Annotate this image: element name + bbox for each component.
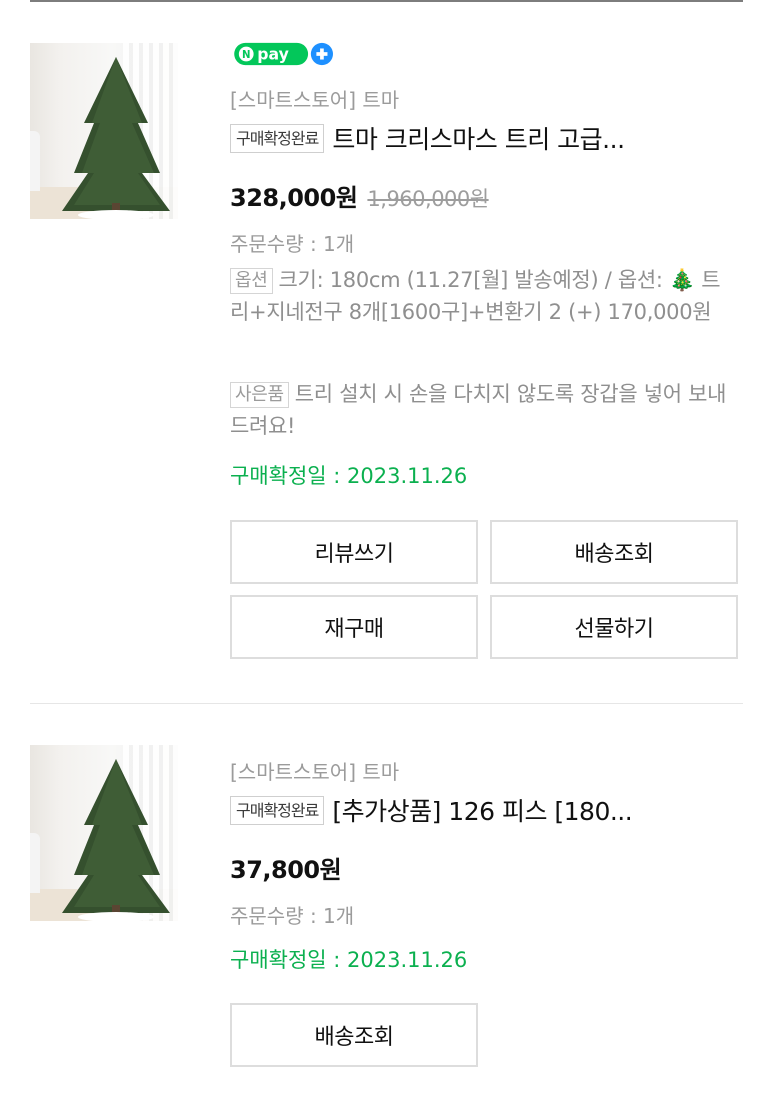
sale-price: 37,800원 (230, 856, 342, 884)
store-name[interactable]: [스마트스토어] 트마 (230, 756, 399, 785)
write-review-button[interactable]: 리뷰쓰기 (230, 520, 478, 584)
order-item: N pay [스마트스토어] 트마 구매확정완료 트마 크리스마스 트리 고급..… (30, 0, 743, 700)
confirm-date: 구매확정일 : 2023.11.26 (230, 948, 468, 972)
npay-plus-logo: N pay (234, 42, 333, 66)
purchase-confirmed-badge: 구매확정완료 (230, 123, 325, 153)
option-text: 크기: 180cm (11.27[월] 발송예정) / 옵션: 🎄 트리+지네전… (230, 268, 721, 324)
purchase-confirmed-badge: 구매확정완료 (230, 795, 325, 825)
christmas-tree-image (62, 759, 170, 921)
gift-detail: 사은품 트리 설치 시 손을 다치지 않도록 장갑을 넣어 보내드려요! (230, 378, 735, 442)
order-quantity: 주문수량 : 1개 (230, 232, 355, 256)
original-price: 1,960,000원 (367, 187, 489, 211)
svg-text:pay: pay (257, 45, 289, 64)
sale-price: 328,000원 (230, 184, 358, 212)
send-gift-button[interactable]: 선물하기 (490, 595, 738, 659)
track-delivery-button[interactable]: 배송조회 (230, 1003, 478, 1067)
svg-text:N: N (242, 50, 251, 61)
product-title-row[interactable]: 구매확정완료 트마 크리스마스 트리 고급... (230, 120, 743, 156)
product-title-row[interactable]: 구매확정완료 [추가상품] 126 피스 [180... (230, 792, 743, 828)
product-title[interactable]: 트마 크리스마스 트리 고급... (332, 120, 625, 156)
track-delivery-button[interactable]: 배송조회 (490, 520, 738, 584)
price-row: 328,000원 1,960,000원 (230, 178, 489, 213)
product-thumbnail[interactable] (30, 745, 178, 921)
price-row: 37,800원 (230, 850, 342, 885)
option-tag: 옵션 (230, 268, 273, 294)
gift-text: 트리 설치 시 손을 다치지 않도록 장갑을 넣어 보내드려요! (230, 382, 727, 438)
reorder-button[interactable]: 재구매 (230, 595, 478, 659)
order-quantity: 주문수량 : 1개 (230, 904, 355, 928)
order-item: [스마트스토어] 트마 구매확정완료 [추가상품] 126 피스 [180... … (30, 700, 743, 1100)
product-title[interactable]: [추가상품] 126 피스 [180... (332, 792, 632, 828)
christmas-tree-image (62, 57, 170, 219)
gift-tag: 사은품 (230, 382, 289, 408)
product-thumbnail[interactable] (30, 43, 178, 219)
option-detail: 옵션 크기: 180cm (11.27[월] 발송예정) / 옵션: 🎄 트리+지… (230, 264, 735, 328)
confirm-date: 구매확정일 : 2023.11.26 (230, 464, 468, 488)
store-name[interactable]: [스마트스토어] 트마 (230, 84, 399, 113)
